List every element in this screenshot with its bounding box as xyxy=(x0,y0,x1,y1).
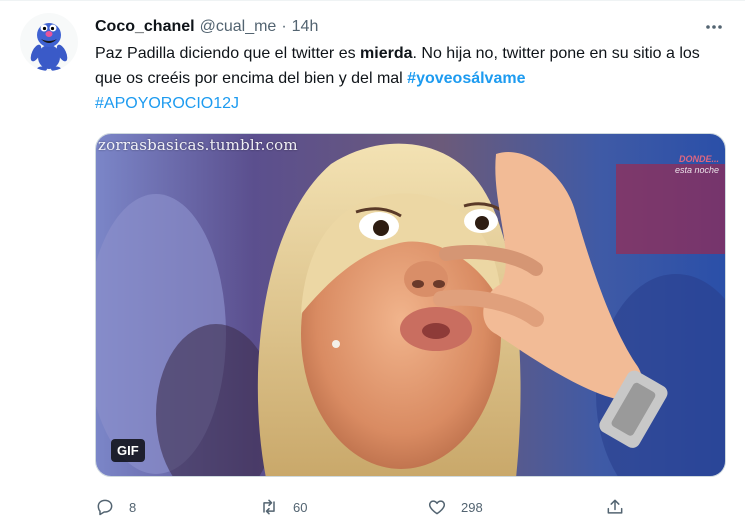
separator-dot: · xyxy=(281,18,287,35)
tweet-text-part1: Paz Padilla diciendo que el twitter es xyxy=(95,45,361,62)
hashtag-link[interactable]: #APOYOROCIO12J xyxy=(95,95,239,112)
user-handle[interactable]: @cual_me xyxy=(200,18,277,36)
retweet-count: 60 xyxy=(293,499,308,515)
tweet[interactable]: Coco_chanel @cual_me · 14h Paz Padilla d… xyxy=(0,0,745,531)
tv-overlay-line2: esta noche xyxy=(674,165,719,175)
more-icon[interactable] xyxy=(703,17,725,37)
retweet-icon xyxy=(263,499,275,515)
share-icon xyxy=(607,499,623,514)
display-name[interactable]: Coco_chanel xyxy=(95,18,195,36)
tweet-header: Coco_chanel @cual_me · 14h xyxy=(95,15,725,39)
like-count: 298 xyxy=(461,499,483,515)
tweet-text: Paz Padilla diciendo que el twitter es m… xyxy=(95,41,725,116)
like-icon xyxy=(428,500,446,515)
tweet-media-gif[interactable]: zorrasbasicas.tumblr.com DONDE... esta n… xyxy=(95,133,726,477)
reply-icon xyxy=(97,499,113,516)
tweet-text-bold: mierda xyxy=(360,45,413,62)
gif-badge: GIF xyxy=(111,439,145,462)
tweet-actions: 8 60 298 xyxy=(95,493,655,521)
timestamp[interactable]: 14h xyxy=(292,18,319,36)
tv-overlay-text: DONDE... esta noche xyxy=(675,154,719,176)
tv-overlay-line1: DONDE... xyxy=(678,154,719,164)
hashtag-link[interactable]: #yoveosálvame xyxy=(407,70,525,87)
avatar[interactable] xyxy=(20,13,78,71)
share-button[interactable] xyxy=(605,493,625,521)
gif-frame xyxy=(96,134,725,476)
grover-avatar-icon xyxy=(30,23,68,71)
like-button[interactable]: 298 xyxy=(427,493,483,521)
retweet-button[interactable]: 60 xyxy=(259,493,307,521)
reply-button[interactable]: 8 xyxy=(95,493,136,521)
media-watermark: zorrasbasicas.tumblr.com xyxy=(98,136,298,154)
reply-count: 8 xyxy=(129,499,137,515)
